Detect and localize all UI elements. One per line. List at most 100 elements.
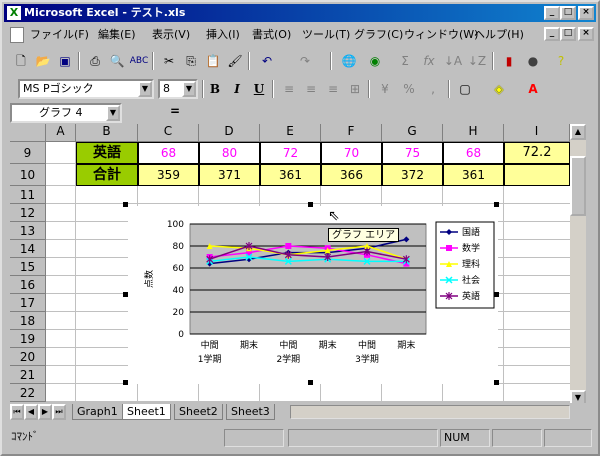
resize-handle[interactable] [123,292,128,297]
print-preview-icon[interactable]: 🔍 [106,51,128,71]
name-box[interactable]: グラフ 4 ▼ [10,103,122,123]
underline-icon[interactable]: U [248,79,270,99]
column-header[interactable]: A [46,124,76,142]
grid-cell[interactable] [46,142,76,164]
row10-label-cell[interactable]: 合計 [76,164,138,186]
row-header[interactable]: 19 [10,330,46,348]
chevron-down-icon[interactable]: ▼ [182,81,196,97]
row-header[interactable]: 20 [10,348,46,366]
next-sheet-icon[interactable]: ▶ [38,404,52,420]
currency-icon[interactable]: ¥ [374,79,396,99]
spelling-icon[interactable]: ABC [128,51,150,71]
percent-icon[interactable]: % [398,79,420,99]
sheet-tab-graph1[interactable]: Graph1 [72,404,123,420]
menu-insert[interactable]: 挿入(I) [206,27,240,43]
worksheet-grid[interactable]: A B C D E F G H I 9 10 11 12 13 14 15 16… [10,124,570,402]
select-all-corner[interactable] [10,124,46,142]
menu-help[interactable]: ヘルプ(H) [474,27,524,43]
first-sheet-icon[interactable]: ⏮ [10,404,24,420]
chevron-down-icon[interactable]: ▼ [106,105,120,121]
total-cell[interactable]: 359 [138,164,199,186]
resize-handle[interactable] [494,380,499,385]
font-size-select[interactable]: 8 ▼ [158,79,198,99]
score-cell[interactable]: 80 [199,142,260,164]
doc-close-button[interactable]: × [578,27,594,41]
row-header[interactable]: 9 [10,142,46,164]
row-header[interactable]: 15 [10,258,46,276]
font-name-select[interactable]: MS Pゴシック ▼ [18,79,154,99]
autosum-icon[interactable]: Σ [394,51,416,71]
align-left-icon[interactable]: ≡ [278,79,300,99]
borders-icon[interactable]: ▢ [454,79,476,99]
drawing-icon[interactable]: ● [522,51,544,71]
comma-icon[interactable]: , [422,79,444,99]
align-center-icon[interactable]: ≡ [300,79,322,99]
row-header[interactable]: 21 [10,366,46,384]
embedded-chart[interactable]: 0 20 40 60 80 100 中間 期末 中間 期末 中間 期末 1学期 2学期 3学期 点数 国語 数学理… [128,206,498,384]
resize-handle[interactable] [308,380,313,385]
cut-icon[interactable]: ✂ [158,51,180,71]
column-header[interactable]: D [199,124,260,142]
sheet-tab-sheet1[interactable]: Sheet1 [122,404,171,420]
row-header[interactable]: 17 [10,294,46,312]
align-right-icon[interactable]: ≡ [322,79,344,99]
score-cell[interactable]: 68 [138,142,199,164]
hyperlink-icon[interactable]: 🌐 [338,51,360,71]
grid-cell[interactable] [46,164,76,186]
menu-chart[interactable]: グラフ(C) [354,27,403,43]
resize-handle[interactable] [123,380,128,385]
row-header[interactable]: 16 [10,276,46,294]
column-header[interactable]: H [443,124,504,142]
doc-minimize-button[interactable]: _ [544,27,560,41]
last-sheet-icon[interactable]: ⏭ [52,404,66,420]
italic-icon[interactable]: I [226,79,248,99]
column-header[interactable]: F [321,124,382,142]
document-icon[interactable] [10,27,24,43]
row-header[interactable]: 11 [10,186,46,204]
resize-handle[interactable] [494,292,499,297]
column-header[interactable]: I [504,124,570,142]
print-icon[interactable]: ⎙ [84,51,106,71]
close-button[interactable]: × [578,6,594,20]
chart-svg[interactable]: 0 20 40 60 80 100 中間 期末 中間 期末 中間 期末 1学期 2学期 3学期 点数 国語数学理… [128,206,498,384]
score-cell[interactable]: 72 [260,142,321,164]
score-cell[interactable]: 68 [443,142,504,164]
column-header[interactable]: C [138,124,199,142]
score-cell[interactable]: 75 [382,142,443,164]
new-icon[interactable]: 🗋 [10,51,32,71]
web-toolbar-icon[interactable]: ◉ [364,51,386,71]
prev-sheet-icon[interactable]: ◀ [24,404,38,420]
bold-icon[interactable]: B [204,79,226,99]
redo-icon[interactable]: ↷ [294,51,316,71]
doc-restore-button[interactable]: □ [560,27,576,41]
resize-handle[interactable] [308,202,313,207]
office-assistant-icon[interactable]: ? [550,51,572,71]
column-header[interactable]: E [260,124,321,142]
row-header[interactable]: 18 [10,312,46,330]
total-cell[interactable] [504,164,570,186]
total-cell[interactable]: 361 [443,164,504,186]
excel-icon[interactable]: X [7,6,21,20]
row-header[interactable]: 12 [10,204,46,222]
row-header[interactable]: 13 [10,222,46,240]
column-header[interactable]: G [382,124,443,142]
sort-descending-icon[interactable]: ↓Z [466,51,488,71]
menu-format[interactable]: 書式(O) [252,27,291,43]
score-cell[interactable]: 70 [321,142,382,164]
scroll-thumb[interactable] [570,156,586,216]
resize-handle[interactable] [123,202,128,207]
format-painter-icon[interactable]: 🖌 [224,51,246,71]
maximize-button[interactable]: □ [560,6,576,20]
sheet-tab-sheet2[interactable]: Sheet2 [174,404,223,420]
function-icon[interactable]: fx [418,51,440,71]
fill-color-icon[interactable]: ◈ [488,79,510,99]
total-cell[interactable]: 366 [321,164,382,186]
chart-wizard-icon[interactable]: ▮ [498,51,520,71]
scroll-up-icon[interactable]: ▲ [570,124,586,140]
row-header[interactable]: 10 [10,164,46,186]
total-cell[interactable]: 371 [199,164,260,186]
menu-tools[interactable]: ツール(T) [302,27,350,43]
merge-center-icon[interactable]: ⊞ [344,79,366,99]
resize-handle[interactable] [494,202,499,207]
row-header[interactable]: 14 [10,240,46,258]
